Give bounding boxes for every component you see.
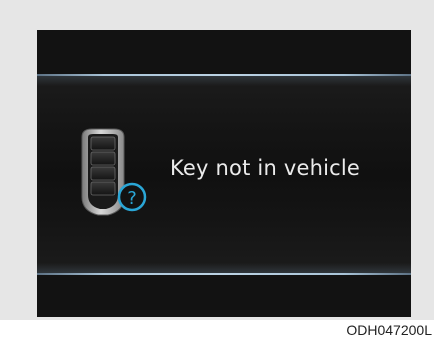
figure-code: ODH047200L (346, 322, 432, 338)
top-accent-glow (37, 76, 411, 86)
smart-key-question-icon: ? (81, 128, 147, 216)
cluster-screen: ? Key not in vehicle (37, 30, 411, 317)
key-not-in-vehicle-message: Key not in vehicle (170, 156, 361, 180)
display-frame: ? Key not in vehicle (0, 0, 434, 320)
bottom-accent-glow (37, 263, 411, 273)
svg-text:?: ? (127, 188, 137, 209)
bottom-accent-line (37, 273, 411, 275)
